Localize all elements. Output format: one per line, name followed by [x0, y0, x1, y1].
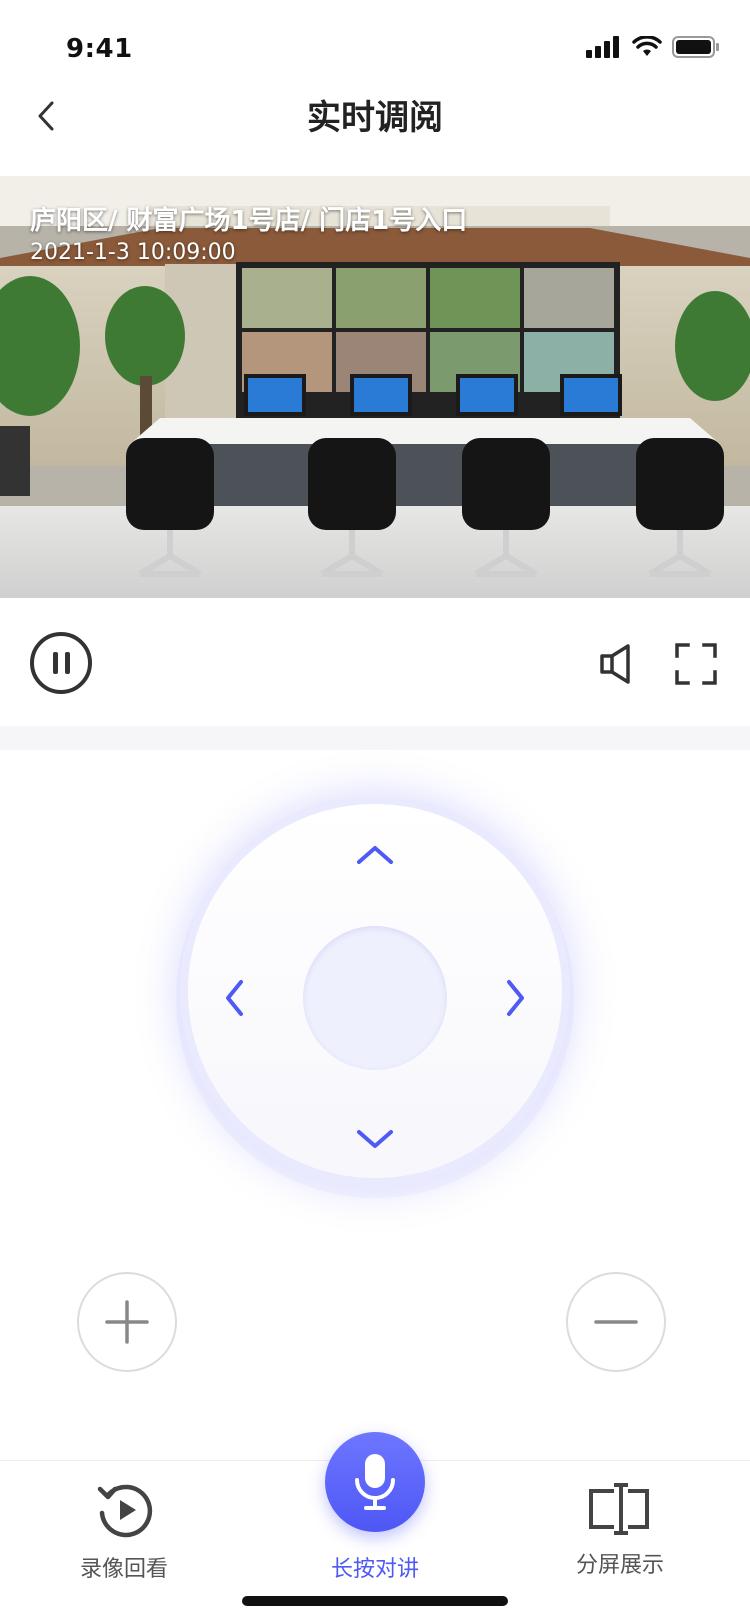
- camera-location-label: 庐阳区/ 财富广场1号店/ 门店1号入口: [30, 206, 468, 236]
- section-divider: [0, 726, 750, 750]
- cellular-signal-icon: [586, 36, 619, 58]
- ptz-up-button[interactable]: [351, 830, 399, 878]
- fullscreen-icon: [675, 643, 717, 685]
- plus-icon: [105, 1300, 149, 1344]
- tab-playback-label: 录像回看: [79, 1557, 168, 1582]
- zoom-out-button[interactable]: [566, 1272, 666, 1372]
- tab-split-label: 分屏展示: [575, 1553, 664, 1578]
- chevron-left-icon: [226, 980, 243, 1016]
- ptz-center-button[interactable]: [303, 926, 447, 1070]
- replay-icon: [97, 1484, 153, 1538]
- pause-icon: [52, 652, 58, 674]
- chevron-down-icon: [357, 1130, 393, 1148]
- battery-icon: [672, 36, 719, 58]
- zoom-in-button[interactable]: [77, 1272, 177, 1372]
- push-to-talk-button[interactable]: [325, 1432, 425, 1532]
- chevron-right-icon: [507, 980, 524, 1016]
- ptz-left-button[interactable]: [211, 974, 259, 1022]
- microphone-icon: [355, 1454, 395, 1510]
- playback-controls: [0, 598, 750, 726]
- chevron-up-icon: [357, 846, 393, 864]
- status-icons: [586, 36, 720, 58]
- tab-split-screen[interactable]: 分屏展示: [520, 1461, 720, 1581]
- home-indicator: [242, 1596, 508, 1606]
- tab-playback-replay[interactable]: 录像回看: [24, 1461, 224, 1582]
- camera-timestamp: 2021-1-3 10:09:00: [30, 240, 236, 265]
- status-time: 9:41: [66, 34, 133, 64]
- ptz-right-button[interactable]: [491, 974, 539, 1022]
- speaker-icon: [600, 644, 630, 684]
- ptz-down-button[interactable]: [351, 1116, 399, 1164]
- pause-button[interactable]: [30, 632, 92, 694]
- page-title: 实时调阅: [307, 98, 443, 138]
- nav-bar: 实时调阅: [0, 80, 750, 176]
- volume-button[interactable]: [598, 642, 638, 686]
- status-bar: 9:41: [0, 0, 750, 90]
- fullscreen-button[interactable]: [674, 642, 718, 686]
- tab-talk-label: 长按对讲: [330, 1557, 419, 1582]
- wifi-icon: [632, 36, 662, 56]
- minus-icon: [594, 1320, 638, 1324]
- pause-icon-bar: [64, 652, 70, 674]
- split-screen-icon: [589, 1483, 649, 1535]
